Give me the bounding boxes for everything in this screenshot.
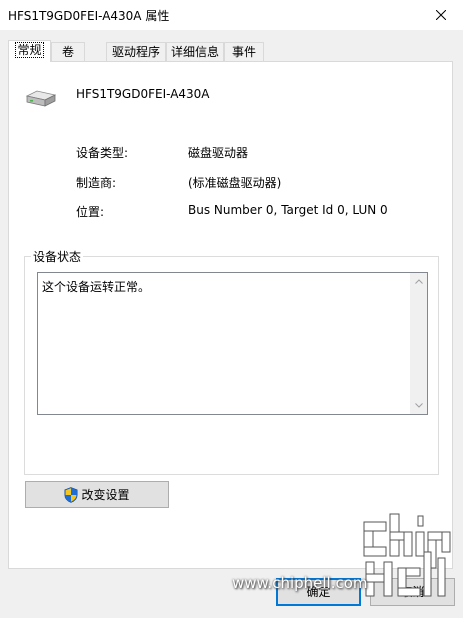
cancel-button[interactable]: 取消 bbox=[370, 578, 455, 606]
tab-label: 常规 bbox=[15, 42, 44, 58]
ok-label: 确定 bbox=[306, 585, 331, 599]
manufacturer-value: (标准磁盘驱动器) bbox=[188, 176, 282, 190]
uac-shield-icon bbox=[64, 486, 78, 503]
scroll-up-button[interactable] bbox=[410, 273, 427, 290]
change-settings-button[interactable]: 改变设置 bbox=[25, 481, 169, 508]
location-label: 位置: bbox=[76, 205, 105, 219]
device-name: HFS1T9GD0FEI-A430A bbox=[76, 87, 210, 101]
scroll-down-button[interactable] bbox=[410, 397, 427, 414]
tab-general[interactable]: 常规 bbox=[8, 40, 51, 62]
location-value: Bus Number 0, Target Id 0, LUN 0 bbox=[188, 203, 388, 217]
ok-button[interactable]: 确定 bbox=[276, 578, 361, 606]
device-status-title: 设备状态 bbox=[31, 248, 84, 265]
tab-volumes[interactable]: 卷 bbox=[51, 42, 85, 61]
disk-drive-icon bbox=[25, 90, 57, 107]
properties-dialog: HFS1T9GD0FEI-A430A 属性 常规 卷 驱动程序 详细信息 事件 bbox=[0, 0, 463, 618]
chevron-down-icon bbox=[414, 403, 423, 408]
device-type-value: 磁盘驱动器 bbox=[188, 146, 249, 160]
device-type-label: 设备类型: bbox=[76, 146, 129, 160]
device-status-textbox[interactable]: 这个设备运转正常。 bbox=[37, 272, 428, 415]
tab-label: 卷 bbox=[61, 45, 74, 59]
tab-events[interactable]: 事件 bbox=[224, 42, 264, 61]
tab-label: 详细信息 bbox=[170, 45, 219, 59]
cancel-label: 取消 bbox=[400, 585, 425, 599]
vertical-scrollbar[interactable] bbox=[410, 273, 427, 414]
tab-label: 事件 bbox=[231, 45, 256, 59]
manufacturer-label: 制造商: bbox=[76, 176, 117, 190]
tab-details[interactable]: 详细信息 bbox=[166, 42, 224, 61]
device-status-text: 这个设备运转正常。 bbox=[42, 280, 151, 294]
title-bar[interactable]: HFS1T9GD0FEI-A430A 属性 bbox=[0, 0, 463, 30]
close-button[interactable] bbox=[418, 0, 463, 30]
chevron-up-icon bbox=[414, 279, 423, 284]
close-icon bbox=[435, 10, 446, 20]
general-tab-panel: HFS1T9GD0FEI-A430A 设备类型: 磁盘驱动器 制造商: (标准磁… bbox=[8, 61, 453, 569]
device-status-group: 设备状态 这个设备运转正常。 bbox=[24, 248, 439, 475]
tab-driver[interactable]: 驱动程序 bbox=[106, 42, 166, 61]
tab-label: 驱动程序 bbox=[111, 45, 160, 59]
change-settings-label: 改变设置 bbox=[81, 488, 130, 502]
window-title: HFS1T9GD0FEI-A430A 属性 bbox=[8, 9, 170, 23]
